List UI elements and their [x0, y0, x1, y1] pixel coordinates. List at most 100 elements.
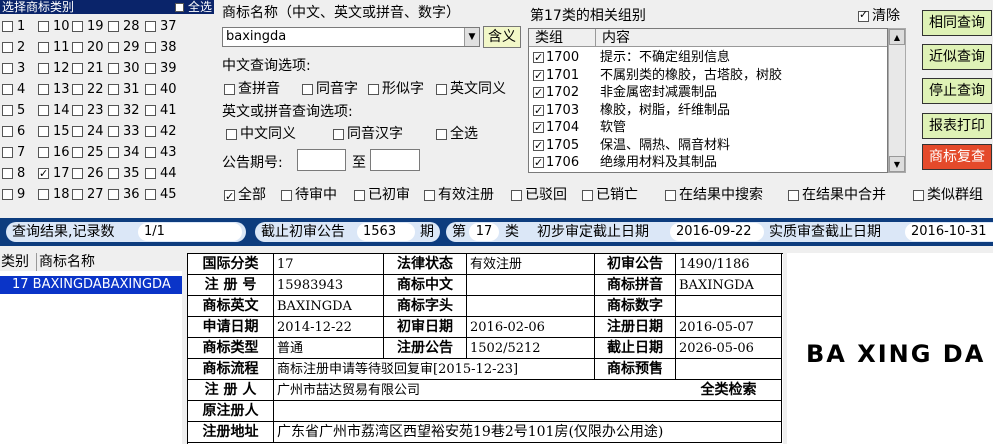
checkbox-icon[interactable]	[108, 105, 119, 116]
filter-registered[interactable]: 有效注册	[424, 185, 494, 205]
class-checkbox-27[interactable]: 27	[72, 186, 104, 204]
checkbox-icon[interactable]	[533, 49, 544, 66]
class-checkbox-15[interactable]: 15	[38, 123, 70, 141]
checkbox-icon[interactable]	[582, 189, 593, 201]
class-checkbox-28[interactable]: 28	[108, 18, 140, 36]
filter-all[interactable]: 全部	[224, 185, 266, 207]
class-checkbox-36[interactable]: 36	[108, 186, 140, 204]
filter-pending[interactable]: 待审中	[281, 185, 337, 205]
checkbox-icon[interactable]	[533, 67, 544, 84]
class-checkbox-38[interactable]: 38	[145, 39, 177, 57]
checkbox-icon[interactable]	[108, 126, 119, 137]
class-checkbox-35[interactable]: 35	[108, 165, 140, 183]
clear-groups[interactable]: 清除	[858, 5, 900, 25]
class-checkbox-25[interactable]: 25	[72, 144, 104, 162]
checkbox-icon[interactable]	[108, 147, 119, 158]
class-checkbox-19[interactable]: 19	[72, 18, 104, 36]
checkbox-icon[interactable]	[72, 21, 83, 32]
checkbox-icon[interactable]	[145, 84, 156, 95]
class-checkbox-10[interactable]: 10	[38, 18, 70, 36]
filter-merge-results[interactable]: 在结果中合并	[788, 185, 886, 205]
checkbox-icon[interactable]	[38, 189, 49, 200]
checkbox-icon[interactable]	[2, 189, 13, 200]
group-row[interactable]: 1702 非金属密封减震制品	[533, 84, 717, 101]
checkbox-icon[interactable]	[72, 84, 83, 95]
opt-select-all[interactable]: 全选	[436, 123, 478, 143]
group-row[interactable]: 1707包装用橡胶，塑料制品	[533, 172, 730, 173]
checkbox-icon[interactable]	[72, 63, 83, 74]
checkbox-icon[interactable]	[145, 21, 156, 32]
checkbox-icon[interactable]	[2, 147, 13, 158]
class-checkbox-9[interactable]: 9	[2, 186, 25, 204]
checkbox-icon[interactable]	[38, 126, 49, 137]
checkbox-icon[interactable]	[72, 147, 83, 158]
class-checkbox-33[interactable]: 33	[108, 123, 140, 141]
checkbox-icon[interactable]	[145, 189, 156, 200]
checkbox-icon[interactable]	[368, 83, 379, 95]
checkbox-icon[interactable]	[38, 42, 49, 53]
group-scrollbar[interactable]: ▲ ▼	[888, 28, 906, 173]
checkbox-icon[interactable]	[424, 189, 435, 201]
opt-homophone[interactable]: 同音字	[302, 78, 358, 98]
class-checkbox-32[interactable]: 32	[108, 102, 140, 120]
checkbox-icon[interactable]	[226, 128, 237, 140]
checkbox-icon[interactable]	[72, 168, 83, 179]
meaning-button[interactable]: 含义	[483, 26, 521, 48]
checkbox-icon[interactable]	[436, 83, 447, 95]
select-all-classes[interactable]: 全选	[175, 0, 212, 14]
class-checkbox-22[interactable]: 22	[72, 81, 104, 99]
checkbox-icon[interactable]	[145, 63, 156, 74]
filter-rejected[interactable]: 已驳回	[511, 185, 567, 205]
review-button[interactable]: 商标复查	[922, 144, 992, 170]
checkbox-icon[interactable]	[108, 21, 119, 32]
all-class-search-link[interactable]: 全类检索	[676, 380, 782, 401]
group-row[interactable]: 1703 橡胶，树脂，纤维制品	[533, 102, 730, 119]
checkbox-icon[interactable]	[175, 3, 185, 12]
checkbox-icon[interactable]	[72, 189, 83, 200]
opt-cn-synonym[interactable]: 中文同义	[226, 123, 296, 143]
class-checkbox-24[interactable]: 24	[72, 123, 104, 141]
class-checkbox-7[interactable]: 7	[2, 144, 25, 162]
checkbox-icon[interactable]	[354, 189, 365, 201]
class-checkbox-2[interactable]: 2	[2, 39, 25, 57]
stop-query-button[interactable]: 停止查询	[922, 78, 992, 104]
class-checkbox-21[interactable]: 21	[72, 60, 104, 78]
checkbox-icon[interactable]	[281, 189, 292, 201]
class-checkbox-43[interactable]: 43	[145, 144, 177, 162]
class-checkbox-40[interactable]: 40	[145, 81, 177, 99]
class-checkbox-5[interactable]: 5	[2, 102, 25, 120]
checkbox-icon[interactable]	[665, 189, 676, 201]
class-checkbox-4[interactable]: 4	[2, 81, 25, 99]
checkbox-icon[interactable]	[108, 42, 119, 53]
checkbox-icon[interactable]	[145, 126, 156, 137]
checkbox-icon[interactable]	[38, 147, 49, 158]
opt-similar-shape[interactable]: 形似字	[368, 78, 424, 98]
class-checkbox-42[interactable]: 42	[145, 123, 177, 141]
checkbox-icon[interactable]	[38, 105, 49, 116]
checkbox-icon[interactable]	[145, 147, 156, 158]
class-checkbox-31[interactable]: 31	[108, 81, 140, 99]
same-query-button[interactable]: 相同查询	[922, 10, 992, 36]
class-checkbox-1[interactable]: 1	[2, 18, 25, 36]
class-checkbox-12[interactable]: 12	[38, 60, 70, 78]
class-checkbox-6[interactable]: 6	[2, 123, 25, 141]
class-checkbox-17[interactable]: 17	[38, 165, 70, 183]
checkbox-icon[interactable]	[145, 42, 156, 53]
checkbox-icon[interactable]	[72, 126, 83, 137]
scroll-up-icon[interactable]: ▲	[889, 29, 905, 45]
class-checkbox-34[interactable]: 34	[108, 144, 140, 162]
checkbox-icon[interactable]	[533, 154, 544, 171]
class-checkbox-26[interactable]: 26	[72, 165, 104, 183]
class-checkbox-16[interactable]: 16	[38, 144, 70, 162]
checkbox-icon[interactable]	[38, 165, 49, 183]
class-checkbox-8[interactable]: 8	[2, 165, 25, 183]
filter-prelim[interactable]: 已初审	[354, 185, 410, 205]
checkbox-icon[interactable]	[533, 119, 544, 136]
checkbox-icon[interactable]	[38, 84, 49, 95]
checkbox-icon[interactable]	[108, 84, 119, 95]
class-checkbox-30[interactable]: 30	[108, 60, 140, 78]
checkbox-icon[interactable]	[2, 42, 13, 53]
filter-dead[interactable]: 已销亡	[582, 185, 638, 205]
class-checkbox-41[interactable]: 41	[145, 102, 177, 120]
result-row[interactable]: 17 BAXINGDABAXINGDA	[0, 276, 182, 294]
